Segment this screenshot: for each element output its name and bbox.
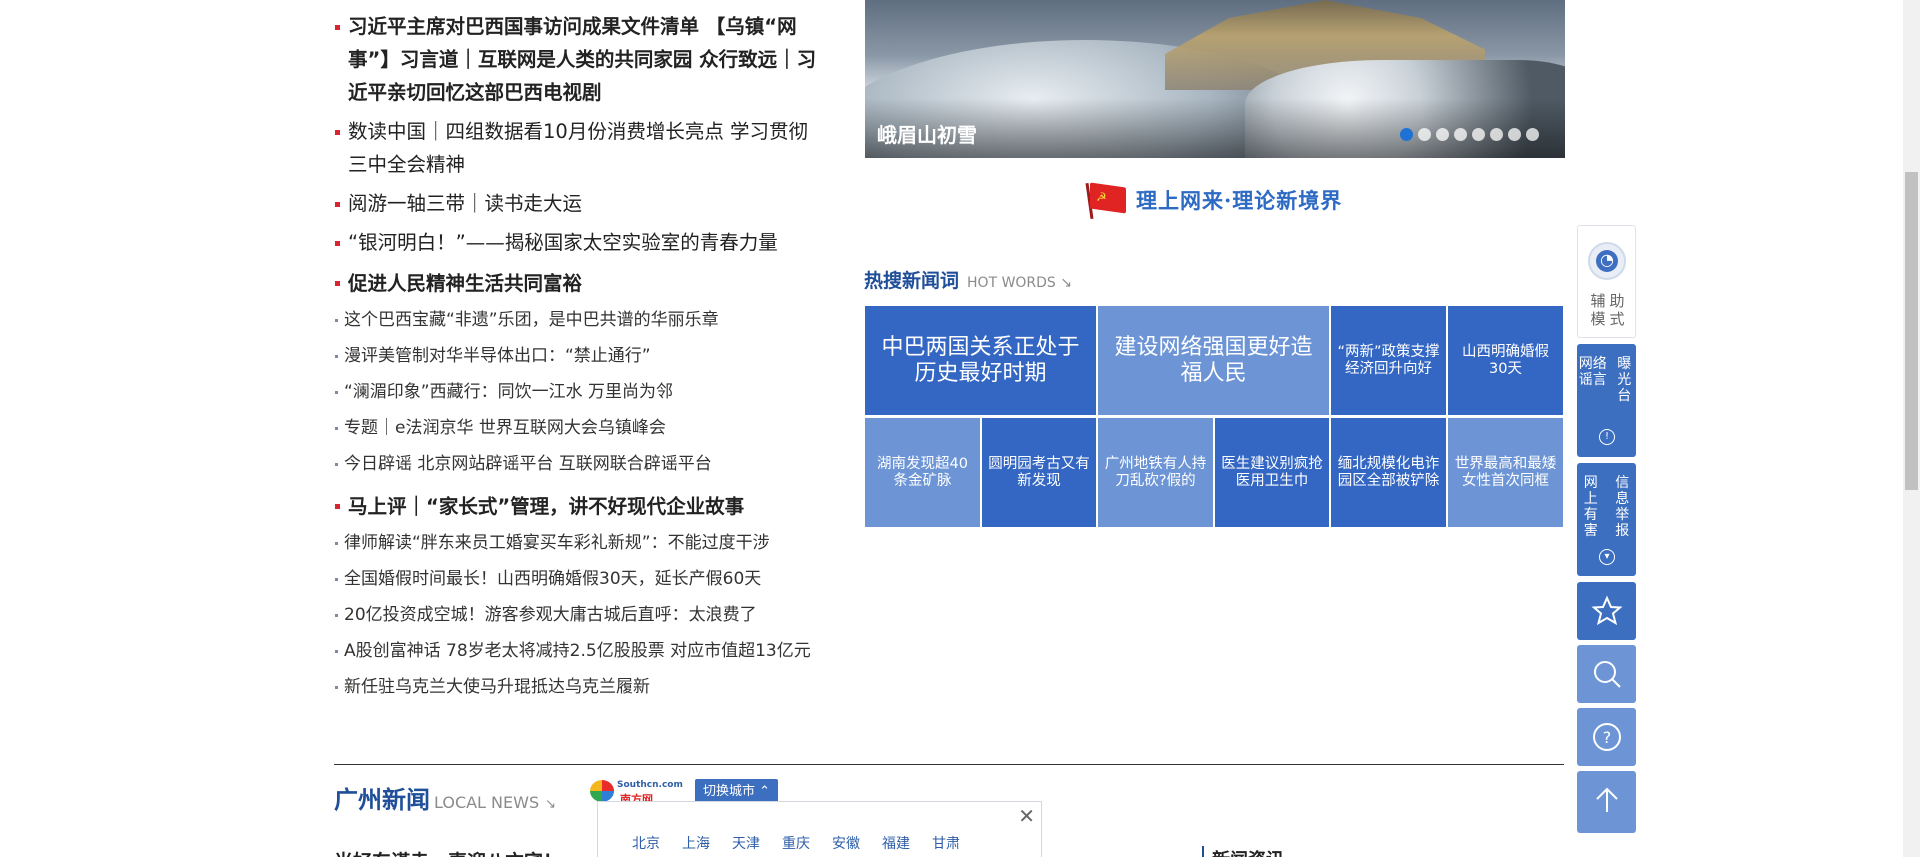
search-button[interactable] xyxy=(1577,645,1636,703)
city-option[interactable]: 重庆 xyxy=(782,833,810,853)
hot-word-tile[interactable]: 建设网络强国更好造福人民 xyxy=(1098,306,1329,415)
section-title-spiritual-life[interactable]: 促进人民精神生活共同富裕 xyxy=(334,269,824,299)
rumor-label-col2: 曝光台 xyxy=(1617,356,1632,404)
hot-words-grid: 中巴两国关系正处于历史最好时期 建设网络强国更好造福人民 “两新”政策支撑经济回… xyxy=(865,306,1563,527)
hot-word-tile[interactable]: 医生建议别疯抢医用卫生巾 xyxy=(1215,418,1329,527)
headline-link-3[interactable]: “银河明白！”——揭秘国家太空实验室的青春力量 xyxy=(334,226,824,259)
list-item[interactable]: 今日辟谣 北京网站辟谣平台 互联网联合辟谣平台 xyxy=(334,446,824,482)
section-news-list-1: 这个巴西宝藏“非遗”乐团，是中巴共谱的华丽乐章 漫评美管制对华半导体出口：“禁止… xyxy=(334,302,824,482)
section-news-list-2: 律师解读“胖东来员工婚宴买车彩礼新规”：不能过度干涉 全国婚假时间最长！山西明确… xyxy=(334,525,824,705)
southcn-logo-text-en: Southcn.com xyxy=(617,780,683,790)
hot-word-tile[interactable]: 湖南发现超40条金矿脉 xyxy=(865,418,980,527)
theory-banner-link[interactable]: ☭ 理上网来·理论新境界 xyxy=(1085,178,1343,222)
harmful-info-report-button[interactable]: 网上有害 信息举报 ▾ xyxy=(1577,463,1636,576)
hot-word-tile[interactable]: 世界最高和最矮女性首次同框 xyxy=(1448,418,1563,527)
list-item[interactable]: 20亿投资成空城！游客参观大庸古城后直呼：太浪费了 xyxy=(334,597,824,633)
hot-word-tile[interactable]: 中巴两国关系正处于历史最好时期 xyxy=(865,306,1096,415)
carousel-dot[interactable] xyxy=(1490,128,1503,141)
arrow-up-icon xyxy=(1596,787,1618,812)
local-headline-peek[interactable]: 光好东谨走，喜迎八方宾！ xyxy=(334,847,562,857)
city-option[interactable]: 北京 xyxy=(632,833,660,853)
city-select-popup: ✕ 北京 上海 天津 重庆 安徽 福建 甘肃 xyxy=(597,801,1042,857)
left-news-column: 习近平主席对巴西国事访问成果文件清单 【乌镇“网事”】习言道｜互联网是人类的共同… xyxy=(334,0,824,705)
page-root: 习近平主席对巴西国事访问成果文件清单 【乌镇“网事”】习言道｜互联网是人类的共同… xyxy=(0,0,1920,857)
favorite-button[interactable] xyxy=(1577,582,1636,640)
star-icon xyxy=(1591,595,1623,626)
headline-link-2[interactable]: 阅游一轴三带｜读书走大运 xyxy=(334,187,824,220)
hot-words-title-en[interactable]: HOT WORDS ↘ xyxy=(967,275,1072,291)
local-news-title[interactable]: 广州新闻 xyxy=(334,780,430,815)
city-option[interactable]: 福建 xyxy=(882,833,910,853)
carousel-dot[interactable] xyxy=(1400,128,1413,141)
carousel-dot[interactable] xyxy=(1472,128,1485,141)
help-button[interactable]: ? xyxy=(1577,708,1636,766)
alert-icon: ! xyxy=(1599,429,1615,445)
list-item[interactable]: 专题｜e法润京华 世界互联网大会乌镇峰会 xyxy=(334,410,824,446)
accessibility-icon xyxy=(1588,242,1626,280)
hot-word-tile[interactable]: “两新”政策支撑经济回升向好 xyxy=(1331,306,1446,415)
party-flag-icon: ☭ xyxy=(1085,181,1126,220)
list-item[interactable]: 律师解读“胖东来员工婚宴买车彩礼新规”：不能过度干涉 xyxy=(334,525,824,561)
southcn-logo-mark-icon xyxy=(590,780,614,802)
list-item[interactable]: A股创富神话 78岁老太将减持2.5亿股股票 对应市值超13亿元 xyxy=(334,633,824,669)
carousel-dot[interactable] xyxy=(1418,128,1431,141)
list-item[interactable]: 全国婚假时间最长！山西明确婚假30天，延长产假60天 xyxy=(334,561,824,597)
back-to-top-button[interactable] xyxy=(1577,771,1636,833)
list-item[interactable]: 这个巴西宝藏“非遗”乐团，是中巴共谱的华丽乐章 xyxy=(334,302,824,338)
city-option[interactable]: 上海 xyxy=(682,833,710,853)
theory-banner-text: 理上网来·理论新境界 xyxy=(1136,188,1343,213)
headline-link-1[interactable]: 数读中国｜四组数据看10月份消费增长亮点 学习贯彻三中全会精神 xyxy=(334,115,824,181)
city-option[interactable]: 甘肃 xyxy=(932,833,960,853)
carousel-dot[interactable] xyxy=(1454,128,1467,141)
svg-text:?: ? xyxy=(1603,728,1612,747)
hot-word-tile[interactable]: 广州地铁有人持刀乱砍?假的 xyxy=(1098,418,1213,527)
news-info-title[interactable]: 新闻资讯 xyxy=(1202,846,1284,857)
local-news-header: 广州新闻 LOCAL NEWS ↘ xyxy=(334,780,556,815)
hot-word-tile[interactable]: 圆明园考古又有新发现 xyxy=(982,418,1096,527)
arrow-icon: ↘ xyxy=(545,797,557,812)
hot-words-title[interactable]: 热搜新闻词 xyxy=(864,266,959,293)
hot-word-tile[interactable]: 山西明确婚假30天 xyxy=(1448,306,1563,415)
photo-carousel[interactable]: 峨眉山初雪 xyxy=(865,0,1565,158)
list-item[interactable]: 漫评美管制对华半导体出口：“禁止通行” xyxy=(334,338,824,374)
search-icon xyxy=(1594,661,1621,688)
top-headline-link[interactable]: 习近平主席对巴西国事访问成果文件清单 【乌镇“网事”】习言道｜互联网是人类的共同… xyxy=(334,10,824,109)
rumor-label-col1: 网络谣言 xyxy=(1578,356,1607,388)
list-item[interactable]: 新任驻乌克兰大使马升琨抵达乌克兰履新 xyxy=(334,669,824,705)
page-scrollbar[interactable] xyxy=(1903,0,1920,857)
carousel-dots xyxy=(1400,128,1539,141)
assist-mode-label: 辅助模式 xyxy=(1590,292,1629,328)
city-option[interactable]: 天津 xyxy=(732,833,760,853)
close-icon[interactable]: ✕ xyxy=(1018,806,1035,826)
assist-mode-button[interactable]: 辅助模式 xyxy=(1577,225,1636,338)
help-icon: ? xyxy=(1593,723,1621,751)
city-list: 北京 上海 天津 重庆 安徽 福建 甘肃 xyxy=(632,833,960,853)
harm-label-col1: 网上有害 xyxy=(1583,475,1598,539)
carousel-dot[interactable] xyxy=(1508,128,1521,141)
hot-words-header: 热搜新闻词 HOT WORDS ↘ xyxy=(864,266,1072,293)
section-divider xyxy=(334,764,1564,765)
city-option[interactable]: 安徽 xyxy=(832,833,860,853)
harm-label-col2: 信息举报 xyxy=(1615,475,1630,539)
rumor-exposure-button[interactable]: 网络谣言 曝光台 ! xyxy=(1577,344,1636,457)
carousel-dot[interactable] xyxy=(1436,128,1449,141)
chevron-down-circle-icon: ▾ xyxy=(1599,549,1615,565)
section-title-commentary[interactable]: 马上评｜“家长式”管理，讲不好现代企业故事 xyxy=(334,492,824,522)
scrollbar-thumb[interactable] xyxy=(1905,172,1918,490)
carousel-dot[interactable] xyxy=(1526,128,1539,141)
list-item[interactable]: “澜湄印象”西藏行：同饮一江水 万里尚为邻 xyxy=(334,374,824,410)
carousel-caption[interactable]: 峨眉山初雪 xyxy=(877,119,977,148)
hot-word-tile[interactable]: 缅北规模化电诈园区全部被铲除 xyxy=(1331,418,1446,527)
local-news-title-en[interactable]: LOCAL NEWS xyxy=(434,793,539,812)
